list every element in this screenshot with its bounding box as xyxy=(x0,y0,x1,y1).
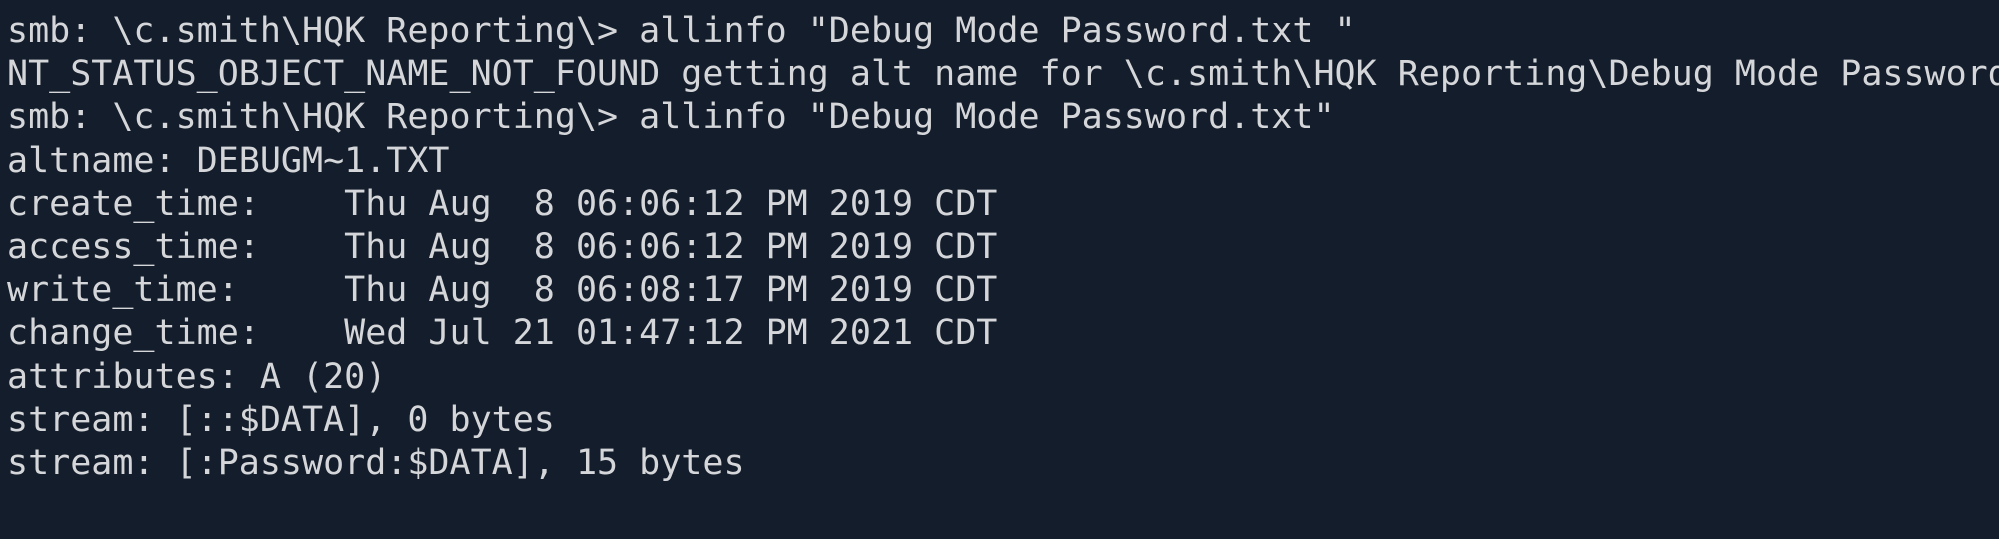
stream-password-line: stream: [:Password:$DATA], 15 bytes xyxy=(7,442,745,483)
access-time-line: access_time: Thu Aug 8 06:06:12 PM 2019 … xyxy=(7,226,998,267)
stream-data-line: stream: [::$DATA], 0 bytes xyxy=(7,399,555,440)
write-time-line: write_time: Thu Aug 8 06:08:17 PM 2019 C… xyxy=(7,270,998,311)
command-line-allinfo: smb: \c.smith\HQK Reporting\> allinfo "D… xyxy=(7,97,1335,138)
command-line-allinfo-with-space: smb: \c.smith\HQK Reporting\> allinfo "D… xyxy=(7,11,1356,51)
terminal-output[interactable]: smb: \c.smith\HQK Reporting\> allinfo "D… xyxy=(0,0,1999,539)
error-line: NT_STATUS_OBJECT_NAME_NOT_FOUND getting … xyxy=(7,54,1999,95)
create-time-line: create_time: Thu Aug 8 06:06:12 PM 2019 … xyxy=(7,183,998,224)
altname-line: altname: DEBUGM~1.TXT xyxy=(7,140,450,181)
change-time-line: change_time: Wed Jul 21 01:47:12 PM 2021… xyxy=(7,313,998,354)
attributes-line: attributes: A (20) xyxy=(7,356,387,397)
